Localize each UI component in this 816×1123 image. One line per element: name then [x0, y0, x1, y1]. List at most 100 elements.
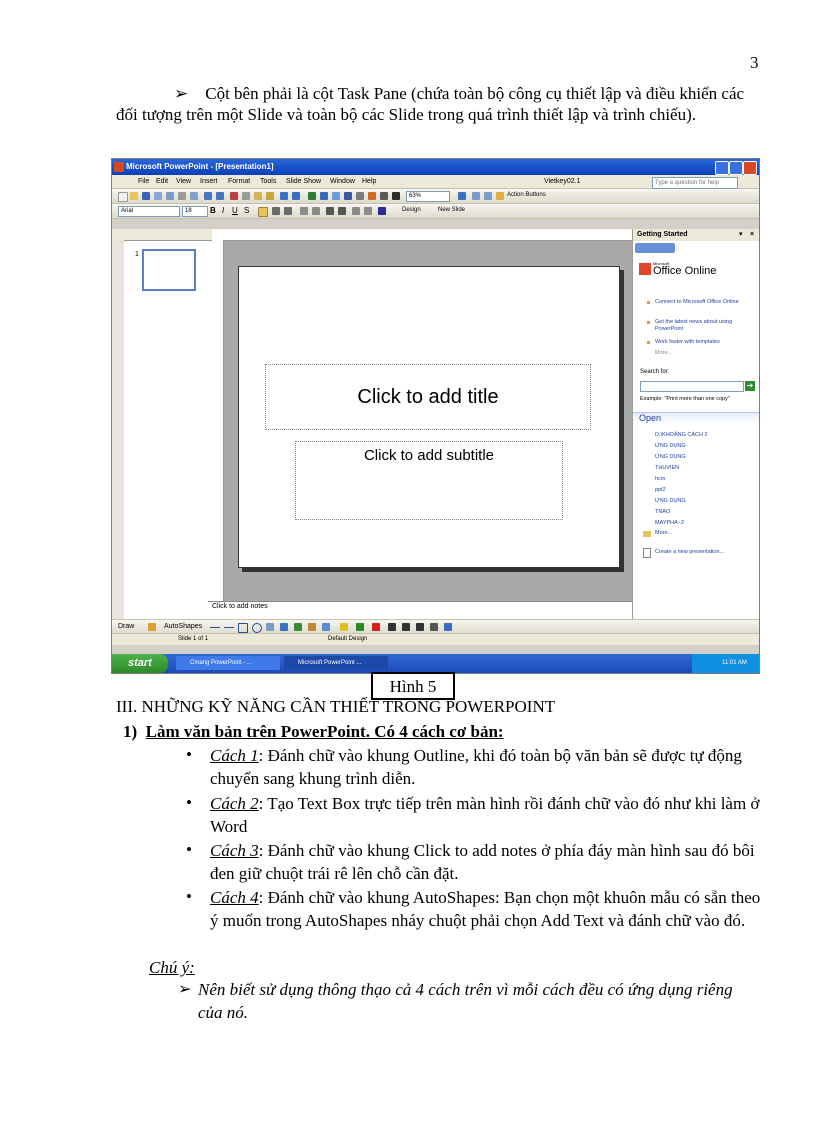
color-grayscale-icon[interactable] [392, 192, 400, 200]
increase-font-icon[interactable] [326, 207, 334, 215]
notes-pane[interactable]: Click to add notes [208, 601, 632, 620]
italic-icon[interactable]: I [222, 206, 224, 215]
taskbar-item[interactable]: Microsoft PowerPoint ... [284, 656, 388, 670]
link-connect-office-online[interactable]: Connect to Microsoft Office Online [655, 299, 755, 306]
task-pane-nav-buttons[interactable] [635, 243, 675, 253]
menu-insert[interactable]: Insert [200, 175, 218, 188]
numbering-icon[interactable] [300, 207, 308, 215]
task-pane-dropdown-icon[interactable]: ▾ [739, 229, 743, 241]
recent-file[interactable]: ỨNG DỤNG [655, 443, 686, 449]
expand-all-icon[interactable] [356, 192, 364, 200]
toolbar-icon-b[interactable] [484, 192, 492, 200]
redo-icon[interactable] [292, 192, 300, 200]
font-color-icon[interactable] [378, 207, 386, 215]
close-icon[interactable] [743, 161, 757, 175]
tables-borders-icon[interactable] [332, 192, 340, 200]
menu-edit[interactable]: Edit [156, 175, 168, 188]
dash-style-icon[interactable] [402, 623, 410, 631]
preview-icon[interactable] [190, 192, 198, 200]
draw-menu[interactable]: Draw [118, 623, 134, 630]
text-box-icon[interactable] [266, 623, 274, 631]
bullets-icon[interactable] [312, 207, 320, 215]
maximize-icon[interactable] [729, 161, 743, 175]
vietkey-label[interactable]: Vietkey02.1 [544, 175, 580, 188]
fill-color-icon[interactable] [340, 623, 348, 631]
minimize-icon[interactable] [715, 161, 729, 175]
spelling-icon[interactable] [204, 192, 212, 200]
arrow-style-icon[interactable] [416, 623, 424, 631]
research-icon[interactable] [216, 192, 224, 200]
search-go-icon[interactable]: ➔ [745, 381, 755, 391]
cut-icon[interactable] [230, 192, 238, 200]
email-icon[interactable] [166, 192, 174, 200]
decrease-font-icon[interactable] [338, 207, 346, 215]
zoom-select[interactable]: 63% [406, 191, 450, 202]
new-icon[interactable] [118, 192, 128, 202]
align-right-icon[interactable] [284, 207, 292, 215]
outline-slides-tabs[interactable] [112, 229, 212, 241]
insert-picture-icon[interactable] [322, 623, 330, 631]
align-center-icon[interactable] [272, 207, 280, 215]
format-painter-icon[interactable] [266, 192, 274, 200]
recent-files-more[interactable]: More... [655, 530, 672, 536]
underline-icon[interactable]: U [232, 206, 238, 215]
paste-icon[interactable] [254, 192, 262, 200]
shadow-icon[interactable]: S [244, 206, 249, 215]
recent-file[interactable]: D:\KHOẢNG CÁCH 2 [655, 432, 708, 438]
menu-file[interactable]: File [138, 175, 149, 188]
action-buttons-label[interactable]: Action Buttons [507, 192, 546, 198]
new-slide-button[interactable]: New Slide [438, 207, 465, 213]
wordart-icon[interactable] [280, 623, 288, 631]
show-formatting-icon[interactable] [368, 192, 376, 200]
decrease-indent-icon[interactable] [352, 207, 360, 215]
link-templates[interactable]: Work faster with templates [655, 339, 755, 346]
align-left-icon[interactable] [258, 207, 268, 217]
start-button[interactable]: start [112, 654, 168, 673]
help-icon[interactable] [458, 192, 466, 200]
design-button[interactable]: Design [402, 207, 421, 213]
grid-icon[interactable] [380, 192, 388, 200]
print-icon[interactable] [178, 192, 186, 200]
recent-file[interactable]: ỨNG DỤNG [655, 454, 686, 460]
recent-file[interactable]: hcm [655, 476, 665, 482]
menu-format[interactable]: Format [228, 175, 250, 188]
menu-view[interactable]: View [176, 175, 191, 188]
copy-icon[interactable] [242, 192, 250, 200]
recent-file[interactable]: THUVIEN [655, 465, 679, 471]
oval-icon[interactable] [252, 623, 262, 633]
shadow-style-icon[interactable] [430, 623, 438, 631]
arrow-icon[interactable] [224, 627, 234, 628]
recent-file[interactable]: ỨNG DỤNG [655, 498, 686, 504]
line-icon[interactable] [210, 627, 220, 628]
title-placeholder[interactable]: Click to add title [265, 364, 591, 430]
menu-help[interactable]: Help [362, 175, 376, 188]
increase-indent-icon[interactable] [364, 207, 372, 215]
taskbar-item[interactable]: Cmang PowerPoint - ... [176, 656, 280, 670]
action-buttons-icon[interactable] [496, 192, 504, 200]
line-style-icon[interactable] [388, 623, 396, 631]
recent-file[interactable]: ppt2 [655, 487, 666, 493]
toolbar-icon-a[interactable] [472, 192, 480, 200]
save-icon[interactable] [142, 192, 150, 200]
font-color-draw-icon[interactable] [372, 623, 380, 631]
recent-file[interactable]: MAYPHA~2 [655, 520, 684, 526]
line-color-icon[interactable] [356, 623, 364, 631]
clip-art-icon[interactable] [308, 623, 316, 631]
3d-style-icon[interactable] [444, 623, 452, 631]
font-size-select[interactable]: 18 [182, 206, 208, 217]
link-more[interactable]: More... [655, 350, 755, 357]
insert-hyperlink-icon[interactable] [344, 192, 352, 200]
open-icon[interactable] [130, 192, 138, 200]
ask-question-input[interactable]: Type a question for help [652, 177, 738, 189]
menu-slide-show[interactable]: Slide Show [286, 175, 321, 188]
task-pane-close-icon[interactable]: × [750, 229, 754, 241]
subtitle-placeholder[interactable]: Click to add subtitle [295, 441, 563, 520]
diagram-icon[interactable] [294, 623, 302, 631]
create-new-presentation-link[interactable]: Create a new presentation... [655, 549, 724, 555]
menu-window[interactable]: Window [330, 175, 355, 188]
insert-table-icon[interactable] [320, 192, 328, 200]
permission-icon[interactable] [154, 192, 162, 200]
bold-icon[interactable]: B [210, 206, 216, 215]
search-input[interactable] [640, 381, 744, 392]
autoshapes-menu[interactable]: AutoShapes [164, 623, 202, 630]
